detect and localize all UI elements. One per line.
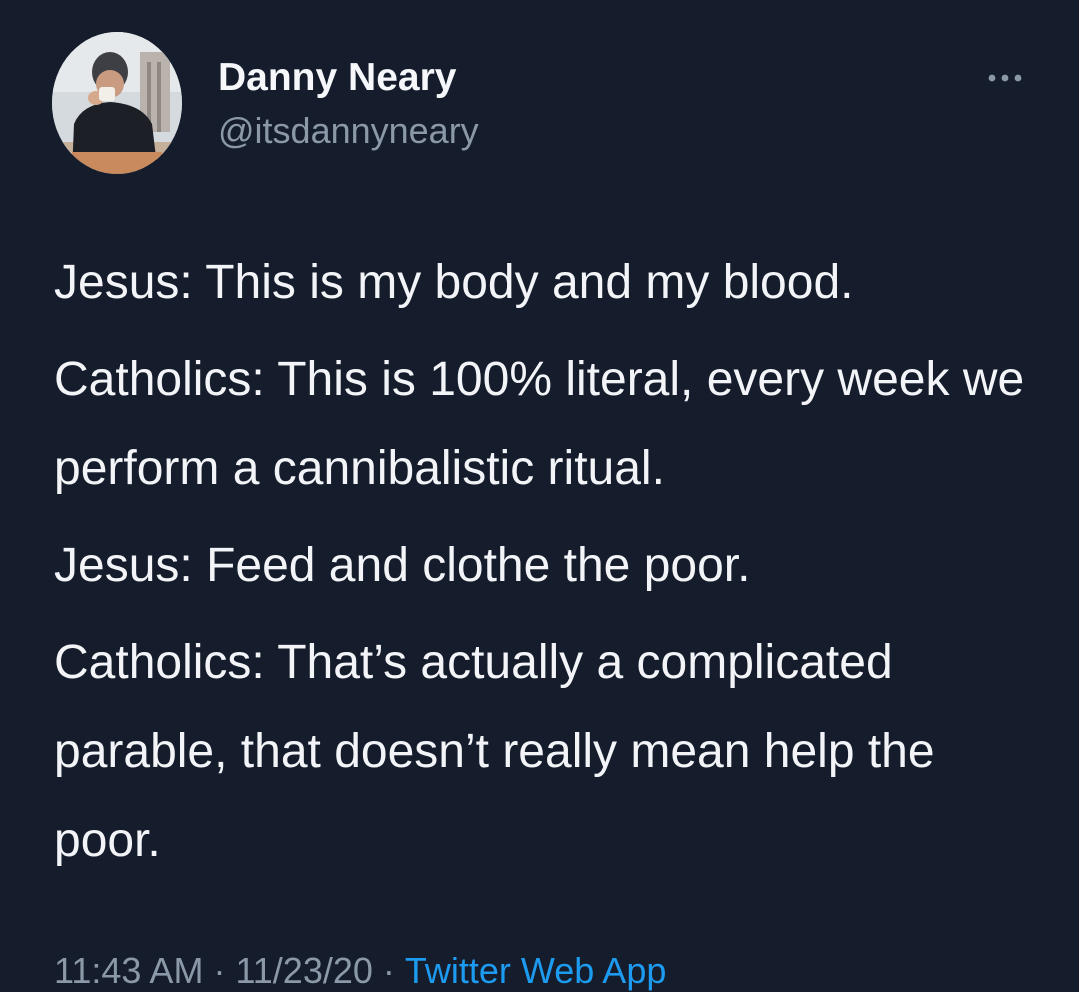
more-options-button[interactable] (980, 60, 1030, 96)
tweet-paragraph: Jesus: This is my body and my blood. (54, 256, 854, 309)
tweet-metadata: 11:43 AM · 11/23/20 · Twitter Web App (54, 950, 666, 992)
meta-separator: · (213, 950, 226, 991)
profile-photo-icon (52, 32, 182, 174)
tweet-text: Jesus: This is my body and my blood. Cat… (54, 238, 1044, 893)
tweet-time[interactable]: 11:43 AM (54, 950, 203, 991)
avatar[interactable] (52, 32, 182, 174)
tweet-paragraph: Jesus: Feed and clothe the poor. (54, 539, 751, 592)
tweet-card: Danny Neary @itsdannyneary Jesus: This i… (0, 0, 1079, 991)
tweet-paragraph: Catholics: This is 100% literal, every w… (54, 353, 1025, 495)
tweet-date[interactable]: 11/23/20 (235, 950, 372, 991)
author-handle[interactable]: @itsdannyneary (218, 110, 479, 152)
meta-separator: · (382, 950, 395, 991)
author-display-name[interactable]: Danny Neary (218, 56, 456, 100)
tweet-paragraph: Catholics: That’s actually a complicated… (54, 636, 935, 867)
tweet-source-link[interactable]: Twitter Web App (405, 950, 666, 991)
ellipsis-icon (988, 74, 1022, 82)
